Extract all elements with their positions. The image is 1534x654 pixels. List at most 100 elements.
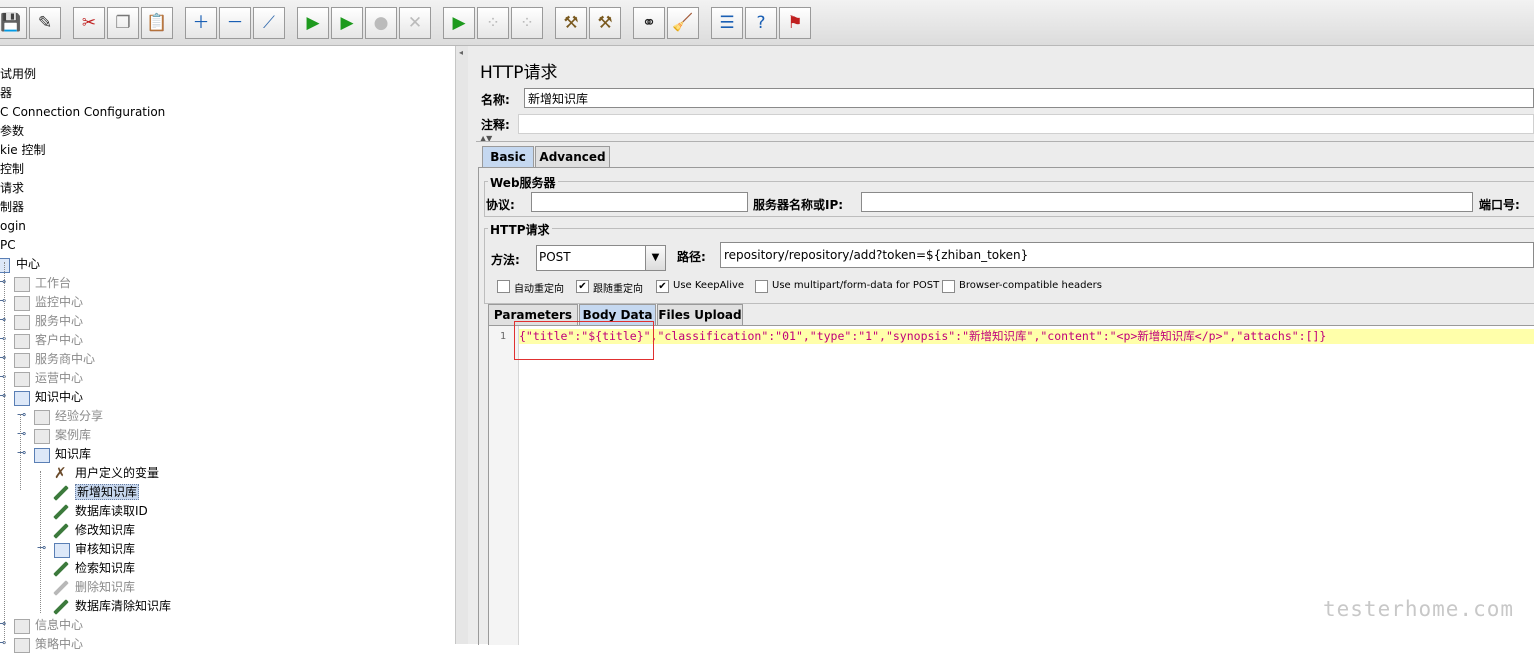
tree-item[interactable]: 器 — [0, 84, 12, 103]
collapse-arrow-icon[interactable]: ◂ — [459, 48, 463, 57]
tree-item[interactable]: 控制 — [0, 160, 24, 179]
copy-icon[interactable]: ❐ — [107, 7, 139, 39]
reset-search-icon[interactable]: 🧹 — [667, 7, 699, 39]
tree-item[interactable]: 中心 — [16, 255, 40, 274]
sampler-icon — [53, 523, 69, 539]
start-no-pauses-icon[interactable]: ▶ — [331, 7, 363, 39]
tab-advanced[interactable]: Advanced — [535, 146, 610, 167]
controller-icon — [34, 410, 50, 425]
keepalive-label: Use KeepAlive — [673, 280, 745, 291]
http-request-legend: HTTP请求 — [488, 221, 552, 238]
tree-item[interactable]: PC — [0, 236, 16, 255]
tree-item[interactable]: 监控中心 — [35, 293, 83, 312]
tree-item[interactable]: 试用例 — [0, 65, 36, 84]
panel-title: HTTP请求 — [480, 63, 558, 83]
expand-icon[interactable]: ＋ — [185, 7, 217, 39]
protocol-label: 协议: — [486, 198, 515, 212]
tab-files-upload[interactable]: Files Upload — [657, 304, 743, 325]
path-label: 路径: — [677, 250, 706, 264]
tree-item[interactable]: kie 控制 — [0, 141, 45, 160]
search-icon[interactable]: ⚭ — [633, 7, 665, 39]
tree-item[interactable]: 服务商中心 — [35, 350, 95, 369]
save-icon[interactable]: 💾 — [0, 7, 27, 39]
controller-icon — [14, 277, 30, 292]
tree-item[interactable]: 修改知识库 — [75, 521, 135, 540]
collapse-icon[interactable]: － — [219, 7, 251, 39]
chevron-down-icon[interactable]: ▼ — [645, 246, 665, 270]
tree-item-label: 工作台 — [35, 276, 72, 290]
tree-expander-icon: ⊸ — [17, 446, 27, 459]
path-field[interactable]: repository/repository/add?token=${zhiban… — [720, 242, 1534, 268]
controller-icon — [14, 353, 30, 368]
tree-item[interactable]: 用户定义的变量 — [75, 464, 159, 483]
tree-item[interactable]: 删除知识库 — [75, 578, 135, 597]
remote-shutdown-icon[interactable]: ⁘ — [511, 7, 543, 39]
name-field[interactable]: 新增知识库 — [524, 88, 1534, 108]
tree-item-label: 试用例 — [0, 67, 37, 81]
sampler-icon — [53, 580, 69, 596]
pane-splitter[interactable]: ◂ — [455, 46, 469, 644]
tree-item-label: 检索知识库 — [75, 561, 136, 575]
tree-item[interactable]: 知识库 — [55, 445, 91, 464]
tree-item-label: 案例库 — [55, 428, 92, 442]
multipart-checkbox[interactable] — [755, 280, 768, 293]
tree-item-label: 知识库 — [55, 447, 92, 461]
tree-item[interactable]: 服务中心 — [35, 312, 83, 331]
tree-item[interactable]: 制器 — [0, 198, 24, 217]
tree-item-label: 服务中心 — [35, 314, 84, 328]
tree-item[interactable]: 数据库清除知识库 — [75, 597, 171, 616]
method-label: 方法: — [491, 253, 520, 267]
protocol-field[interactable] — [531, 192, 748, 212]
tree-item[interactable]: 案例库 — [55, 426, 91, 445]
sampler-icon — [53, 504, 69, 520]
paste-icon[interactable]: 📋 — [141, 7, 173, 39]
follow-redirect-label: 跟随重定向 — [593, 284, 643, 295]
auto-redirect-checkbox[interactable] — [497, 280, 510, 293]
tab-basic[interactable]: Basic — [482, 146, 534, 167]
tree-item[interactable]: C Connection Configuration — [0, 103, 165, 122]
tree-item[interactable]: 数据库读取ID — [75, 502, 148, 521]
tree-item[interactable]: 工作台 — [35, 274, 71, 293]
log-viewer-icon[interactable]: ⚑ — [779, 7, 811, 39]
clear-icon[interactable]: ⚒ — [555, 7, 587, 39]
server-label: 服务器名称或IP: — [753, 198, 844, 212]
remote-stop-icon[interactable]: ⁘ — [477, 7, 509, 39]
controller-icon — [14, 334, 30, 349]
follow-redirect-checkbox[interactable]: ✔ — [576, 280, 589, 293]
shutdown-icon[interactable]: ✕ — [399, 7, 431, 39]
clear-all-icon[interactable]: ⚒ — [589, 7, 621, 39]
tree-item[interactable]: 检索知识库 — [75, 559, 135, 578]
tree-item-label: 策略中心 — [35, 637, 84, 651]
toggle-icon[interactable]: ⟋ — [253, 7, 285, 39]
tree-item[interactable]: 客户中心 — [35, 331, 83, 350]
tree-line — [4, 262, 5, 644]
tree-item[interactable]: 经验分享 — [55, 407, 103, 426]
comment-field[interactable] — [518, 114, 1534, 134]
tree-item[interactable]: ogin — [0, 217, 26, 236]
browser-headers-checkbox[interactable] — [942, 280, 955, 293]
server-field[interactable] — [861, 192, 1473, 212]
save-as-icon[interactable]: ✎ — [29, 7, 61, 39]
tree-item[interactable]: 运营中心 — [35, 369, 83, 388]
function-helper-icon[interactable]: ☰ — [711, 7, 743, 39]
start-icon[interactable]: ▶ — [297, 7, 329, 39]
tree-item[interactable]: 知识中心 — [35, 388, 83, 407]
remote-start-icon[interactable]: ▶ — [443, 7, 475, 39]
tree-item-label: 修改知识库 — [75, 523, 136, 537]
stop-icon[interactable]: ● — [365, 7, 397, 39]
tree-item-label: 数据库读取ID — [75, 504, 148, 518]
tree-item[interactable]: 审核知识库 — [75, 540, 135, 559]
keepalive-checkbox[interactable]: ✔ — [656, 280, 669, 293]
tree-item[interactable]: 策略中心 — [35, 635, 83, 654]
watermark: testerhome.com — [1323, 597, 1515, 621]
tree-item[interactable]: 请求 — [0, 179, 24, 198]
tree-item[interactable]: 信息中心 — [35, 616, 83, 635]
tree-item[interactable]: 新增知识库 — [75, 483, 140, 502]
method-select[interactable]: POST ▼ — [536, 245, 666, 271]
help-icon[interactable]: ? — [745, 7, 777, 39]
tree-line — [20, 414, 21, 490]
auto-redirect-label: 自动重定向 — [514, 284, 564, 295]
method-value: POST — [539, 250, 571, 264]
cut-icon[interactable]: ✂ — [73, 7, 105, 39]
tree-item[interactable]: 参数 — [0, 122, 24, 141]
